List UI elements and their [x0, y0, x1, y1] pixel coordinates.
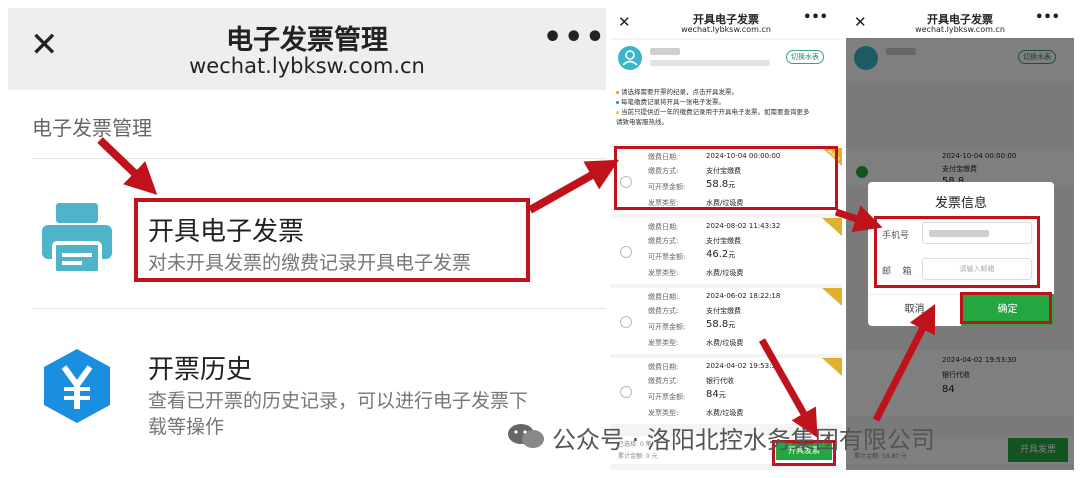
watermark-text: 公众号 · 洛阳北控水务集团有限公司: [552, 426, 935, 454]
arrow: [97, 137, 158, 195]
wechat-logo-icon: [506, 422, 546, 450]
arrow: [528, 159, 620, 214]
annotation-arrows: [97, 137, 936, 438]
arrow: [834, 205, 883, 232]
arrow: [872, 304, 936, 422]
arrow: [758, 338, 818, 438]
